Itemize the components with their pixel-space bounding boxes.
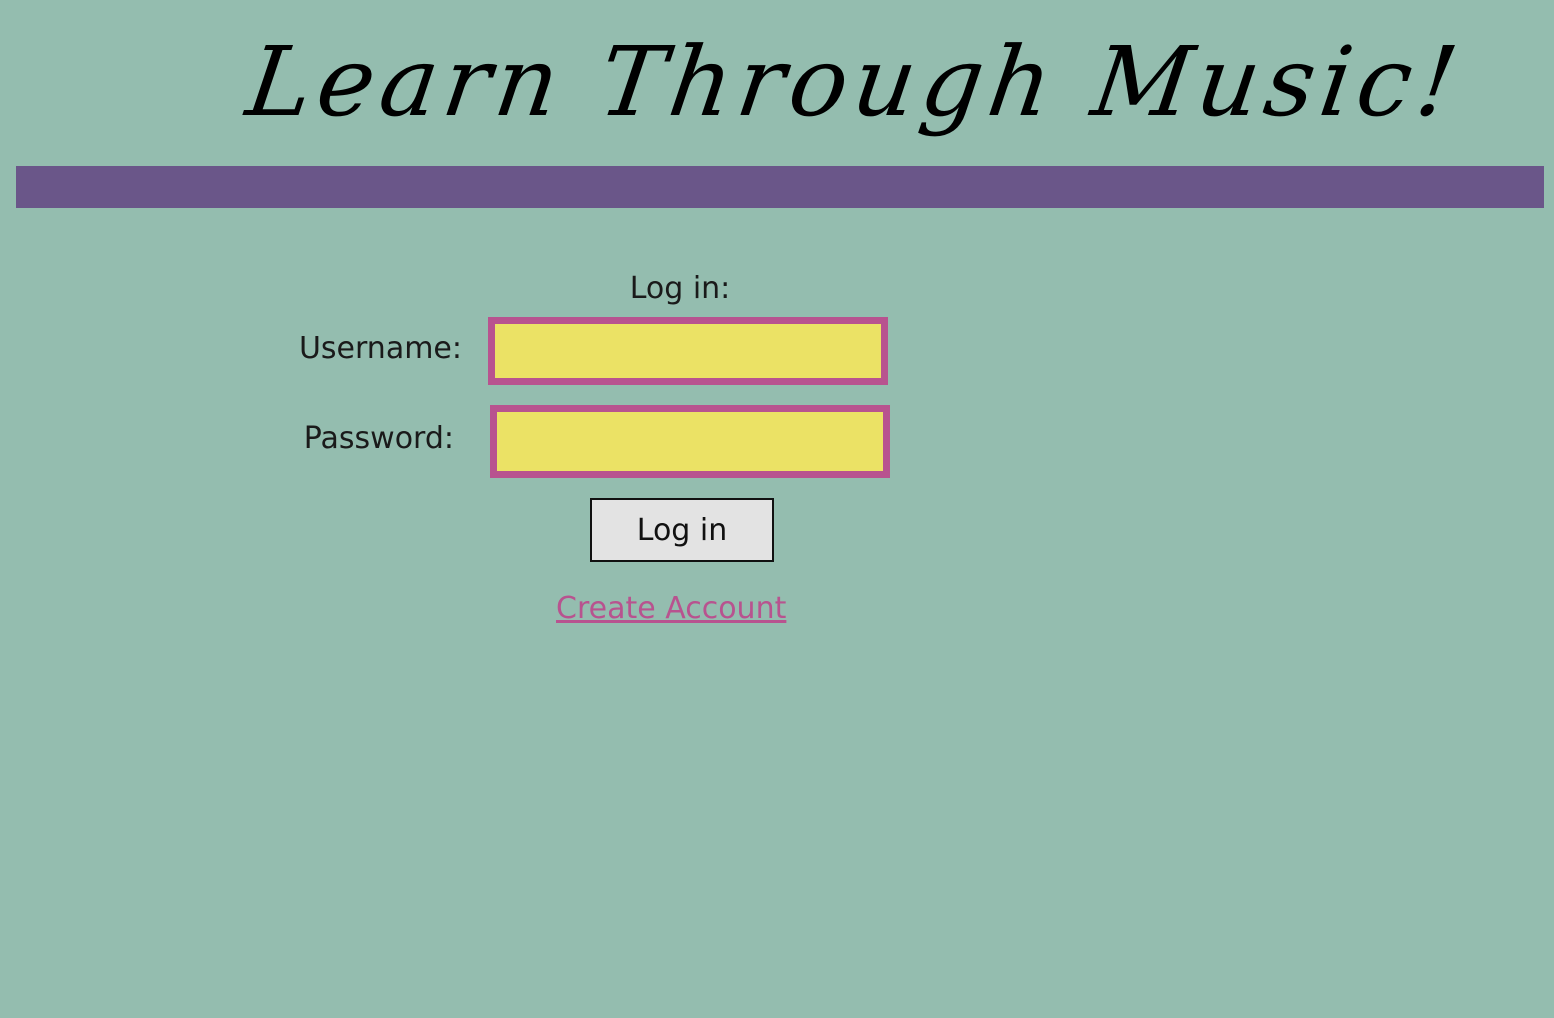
create-account-link[interactable]: Create Account <box>556 590 786 628</box>
username-input[interactable] <box>488 317 888 385</box>
header-bar <box>16 166 1544 208</box>
username-label: Username: <box>298 331 462 366</box>
password-input[interactable] <box>490 405 890 478</box>
login-heading: Log in: <box>629 271 731 306</box>
site-title: Learn Through Music! <box>240 26 1470 138</box>
login-button[interactable]: Log in <box>590 498 774 562</box>
password-label: Password: <box>303 421 454 456</box>
